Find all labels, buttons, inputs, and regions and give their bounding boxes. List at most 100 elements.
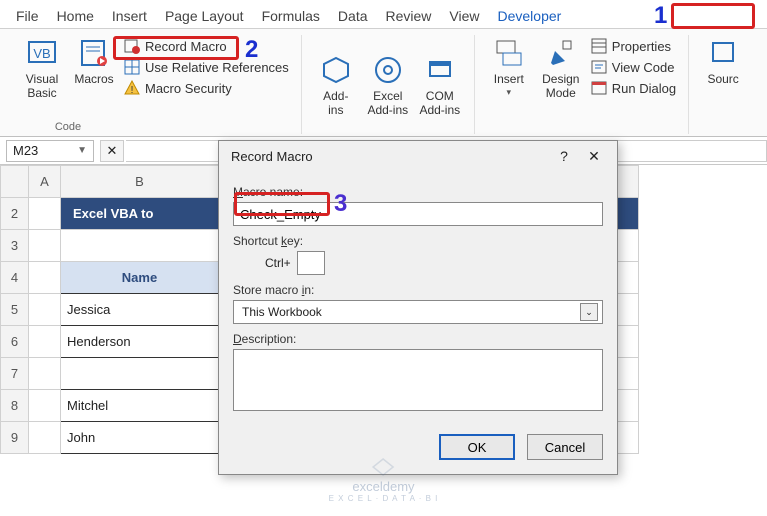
- com-addins-icon: [424, 54, 456, 86]
- tab-developer[interactable]: Developer: [498, 8, 562, 24]
- svg-text:VB: VB: [33, 46, 50, 61]
- row-header-8[interactable]: 8: [1, 390, 29, 422]
- visual-basic-button[interactable]: VB Visual Basic: [16, 35, 68, 101]
- properties-label: Properties: [612, 39, 671, 54]
- row-header-7[interactable]: 7: [1, 358, 29, 390]
- run-dialog-button[interactable]: Run Dialog: [587, 79, 680, 97]
- row-header-3[interactable]: 3: [1, 230, 29, 262]
- watermark-subtext: E X C E L · D A T A · B I: [329, 494, 439, 504]
- design-mode-label: Design Mode: [542, 73, 579, 101]
- design-mode-button[interactable]: Design Mode: [535, 35, 587, 101]
- cell[interactable]: [29, 390, 61, 422]
- description-textarea[interactable]: [233, 349, 603, 411]
- group-label-code: Code: [55, 121, 81, 134]
- row-header-9[interactable]: 9: [1, 422, 29, 454]
- data-cell[interactable]: Mitchel: [61, 390, 219, 422]
- ribbon-group-controls: Insert ▾ Design Mode Properties View Cod…: [475, 35, 689, 134]
- tab-review[interactable]: Review: [386, 8, 432, 24]
- store-macro-value: This Workbook: [242, 305, 322, 319]
- name-box[interactable]: M23 ▼: [6, 140, 94, 162]
- use-relative-refs-button[interactable]: Use Relative References: [120, 58, 293, 76]
- cell[interactable]: [61, 230, 219, 262]
- row-header-6[interactable]: 6: [1, 326, 29, 358]
- excel-addins-button[interactable]: Excel Add-ins: [362, 52, 414, 118]
- select-all-corner[interactable]: [1, 166, 29, 198]
- shortcut-key-input[interactable]: [297, 251, 325, 275]
- row-header-4[interactable]: 4: [1, 262, 29, 294]
- row-header-2[interactable]: 2: [1, 198, 29, 230]
- record-macro-icon: [124, 38, 140, 54]
- record-macro-label: Record Macro: [145, 39, 227, 54]
- col-header-B[interactable]: B: [61, 166, 219, 198]
- view-code-button[interactable]: View Code: [587, 58, 680, 76]
- dialog-titlebar[interactable]: Record Macro ? ✕: [219, 141, 617, 171]
- row-header-5[interactable]: 5: [1, 294, 29, 326]
- tab-formulas[interactable]: Formulas: [262, 8, 320, 24]
- com-addins-label: COM Add-ins: [419, 90, 460, 118]
- cell[interactable]: [29, 230, 61, 262]
- data-cell[interactable]: [61, 358, 219, 390]
- source-icon: [709, 37, 737, 69]
- macro-name-input[interactable]: [233, 202, 603, 226]
- run-dialog-icon: [591, 80, 607, 96]
- cell[interactable]: [29, 198, 61, 230]
- addins-button[interactable]: Add- ins: [310, 52, 362, 118]
- cell[interactable]: [29, 294, 61, 326]
- svg-text:!: !: [131, 85, 134, 96]
- tab-insert[interactable]: Insert: [112, 8, 147, 24]
- tab-page-layout[interactable]: Page Layout: [165, 8, 244, 24]
- cell[interactable]: [29, 358, 61, 390]
- tab-view[interactable]: View: [449, 8, 479, 24]
- macro-name-label: Macro name:: [233, 185, 603, 199]
- close-button[interactable]: ✕: [579, 143, 609, 169]
- view-code-icon: [591, 59, 607, 75]
- macro-security-button[interactable]: ! Macro Security: [120, 79, 293, 97]
- cancel-button[interactable]: Cancel: [527, 434, 603, 460]
- macros-button[interactable]: Macros: [68, 35, 120, 101]
- help-button[interactable]: ?: [549, 143, 579, 169]
- tab-home[interactable]: Home: [57, 8, 94, 24]
- ribbon-group-code: VB Visual Basic Macros Code Record Macro…: [8, 35, 302, 134]
- com-addins-button[interactable]: COM Add-ins: [414, 52, 466, 118]
- ok-button[interactable]: OK: [439, 434, 515, 460]
- tab-file[interactable]: File: [16, 8, 39, 24]
- properties-icon: [591, 38, 607, 54]
- tab-data[interactable]: Data: [338, 8, 368, 24]
- cell[interactable]: [29, 262, 61, 294]
- data-cell[interactable]: Henderson: [61, 326, 219, 358]
- macros-icon: [78, 37, 110, 69]
- data-cell[interactable]: John: [61, 422, 219, 454]
- description-label: Description:: [233, 332, 603, 346]
- cell[interactable]: [29, 422, 61, 454]
- ribbon-group-xml: Sourc: [689, 35, 757, 134]
- col-header-A[interactable]: A: [29, 166, 61, 198]
- run-dialog-label: Run Dialog: [612, 81, 676, 96]
- store-macro-select[interactable]: This Workbook ⌄: [233, 300, 603, 324]
- source-button[interactable]: Sourc: [697, 35, 749, 87]
- chevron-down-icon[interactable]: ▼: [77, 145, 87, 156]
- table-header-name[interactable]: Name: [61, 262, 219, 294]
- x-icon: ✕: [107, 143, 118, 159]
- chevron-down-icon[interactable]: ⌄: [580, 303, 598, 321]
- view-code-label: View Code: [612, 60, 675, 75]
- addins-icon: [320, 54, 352, 86]
- cancel-formula-button[interactable]: ✕: [100, 140, 124, 162]
- visual-basic-label: Visual Basic: [26, 73, 58, 101]
- insert-controls-icon: [493, 37, 525, 69]
- macro-security-label: Macro Security: [145, 81, 232, 96]
- use-relative-label: Use Relative References: [145, 60, 289, 75]
- store-macro-label: Store macro in:: [233, 283, 603, 297]
- properties-button[interactable]: Properties: [587, 37, 680, 55]
- record-macro-button[interactable]: Record Macro: [120, 37, 293, 55]
- name-box-value: M23: [13, 143, 38, 158]
- warning-icon: !: [124, 80, 140, 96]
- cell[interactable]: [29, 326, 61, 358]
- ctrl-prefix: Ctrl+: [265, 256, 291, 270]
- addins-label: Add- ins: [323, 90, 348, 118]
- watermark-text: exceldemy: [329, 479, 439, 495]
- insert-controls-button[interactable]: Insert ▾: [483, 35, 535, 97]
- source-label: Sourc: [707, 73, 738, 87]
- visual-basic-icon: VB: [26, 37, 58, 69]
- data-cell[interactable]: Jessica: [61, 294, 219, 326]
- macros-label: Macros: [74, 73, 113, 87]
